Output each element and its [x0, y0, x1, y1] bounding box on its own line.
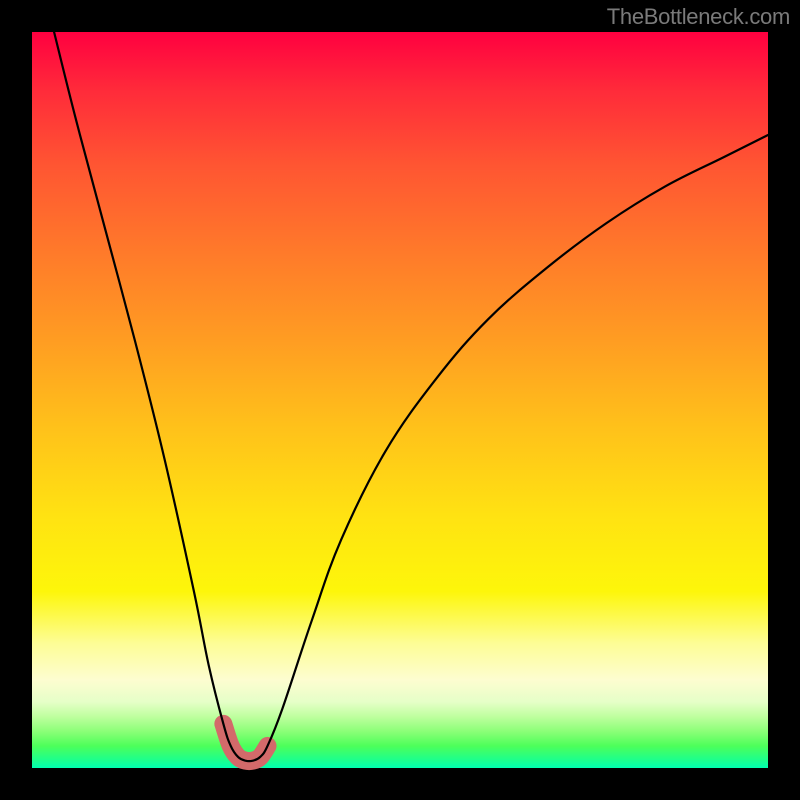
watermark-text: TheBottleneck.com: [607, 4, 790, 30]
chart-svg: [32, 32, 768, 768]
chart-frame: TheBottleneck.com: [0, 0, 800, 800]
chart-plot-area: [32, 32, 768, 768]
bottleneck-curve-line: [54, 32, 768, 761]
